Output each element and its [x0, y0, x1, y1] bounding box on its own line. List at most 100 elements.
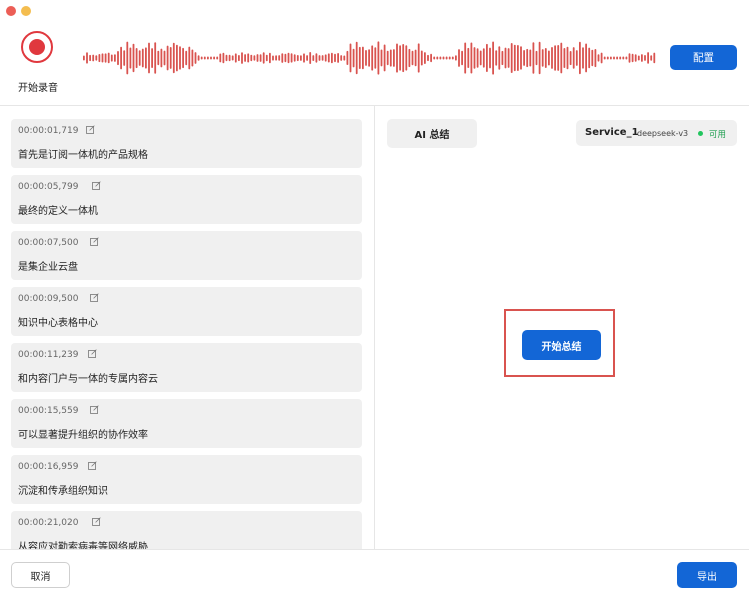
waveform-bar [272, 55, 274, 61]
waveform-bar [613, 56, 615, 60]
waveform-bar [86, 52, 88, 64]
tab-ai-summary[interactable]: AI 总结 [387, 119, 477, 148]
waveform-bar [321, 55, 324, 61]
transcript-text: 首先是订阅一体机的产品规格 [18, 150, 148, 161]
transcript-list[interactable]: 00:00:01,719 首先是订阅一体机的产品规格 00:00:05,799 最终的… [0, 106, 374, 549]
waveform-bar [244, 54, 246, 62]
timestamp: 00:00:21,020 [18, 518, 79, 528]
waveform-bar [318, 55, 321, 61]
waveform-bar [334, 53, 336, 63]
waveform-bar [188, 46, 191, 70]
list-item[interactable]: 00:00:16,959 沉淀和传承组织知识 [11, 455, 362, 504]
waveform-bar [107, 52, 110, 64]
waveform-bar [495, 50, 498, 66]
record-icon [29, 39, 45, 55]
waveform-bar [95, 55, 98, 61]
waveform-bar [628, 53, 631, 63]
waveform-bar [262, 52, 265, 64]
waveform-bar [455, 55, 457, 61]
minimize-window-button[interactable] [21, 6, 31, 16]
waveform-bar [563, 48, 566, 68]
waveform-bar [427, 54, 429, 62]
list-item[interactable]: 00:00:05,799 最终的定义一体机 [11, 175, 362, 224]
waveform-bar [389, 49, 392, 67]
waveform-bar [296, 55, 299, 62]
config-button[interactable]: 配置 [670, 45, 737, 70]
waveform-bar [644, 55, 646, 61]
waveform-bar [414, 49, 417, 67]
edit-icon[interactable] [88, 461, 97, 470]
list-item[interactable]: 00:00:07,500 是集企业云盘 [11, 231, 362, 280]
waveform-bar [442, 56, 445, 60]
waveform-bar [219, 53, 222, 63]
waveform-bar [535, 50, 538, 66]
waveform-bar [464, 42, 467, 74]
transcript-text: 沉淀和传承组织知识 [18, 486, 108, 497]
waveform-bar [238, 55, 240, 62]
waveform-bar [566, 46, 569, 70]
waveform-bar [126, 41, 129, 75]
waveform-bar [402, 44, 405, 73]
waveform-bar [405, 45, 408, 71]
waveform-bar [544, 48, 547, 68]
waveform-bar [526, 48, 529, 68]
edit-icon[interactable] [90, 237, 99, 246]
list-item[interactable]: 00:00:21,020 从容应对勒索病毒等网络威胁 [11, 511, 362, 549]
start-summary-button[interactable]: 开始总结 [522, 330, 601, 360]
timestamp: 00:00:05,799 [18, 182, 79, 192]
waveform-bar [513, 44, 516, 72]
waveform-bar [120, 46, 122, 70]
waveform-bar [619, 56, 622, 60]
waveform-bar [641, 54, 643, 62]
waveform-bar [606, 56, 609, 60]
waveform-bar [529, 49, 532, 67]
waveform-bar [210, 56, 212, 60]
waveform-bar [374, 47, 377, 69]
waveform-bar [594, 49, 597, 68]
waveform-bar [352, 48, 355, 68]
waveform-bar [399, 45, 401, 71]
waveform-bar [315, 53, 318, 63]
waveform-bar [337, 53, 339, 63]
list-item[interactable]: 00:00:15,559 可以显著提升组织的协作效率 [11, 399, 362, 448]
waveform-bar [269, 52, 271, 64]
waveform-bar [439, 56, 442, 60]
edit-icon[interactable] [90, 405, 99, 414]
waveform-bar [486, 43, 488, 72]
edit-icon[interactable] [88, 349, 97, 358]
waveform-bar [417, 43, 420, 73]
waveform-bar [591, 49, 594, 67]
edit-icon[interactable] [92, 181, 101, 190]
waveform-bar [306, 55, 308, 61]
list-item[interactable]: 00:00:09,500 知识中心表格中心 [11, 287, 362, 336]
edit-icon[interactable] [86, 125, 95, 134]
waveform-bar [482, 48, 485, 68]
waveform-bar [396, 43, 398, 73]
list-item[interactable]: 00:00:01,719 首先是订阅一体机的产品规格 [11, 119, 362, 168]
waveform-bar [510, 43, 513, 73]
waveform-bar [436, 56, 439, 60]
waveform-bar [634, 54, 637, 62]
waveform-bar [383, 44, 386, 72]
waveform-bar [303, 53, 305, 63]
cancel-button[interactable]: 取消 [11, 562, 70, 588]
export-button[interactable]: 导出 [677, 562, 737, 588]
waveform-bar [448, 56, 451, 60]
list-item[interactable]: 00:00:11,239 和内容门户与一体的专属内容云 [11, 343, 362, 392]
waveform-bar [557, 45, 560, 71]
waveform-bar [340, 55, 343, 61]
waveform-bar [541, 49, 544, 67]
waveform-bar [489, 47, 491, 69]
waveform-bar [653, 52, 656, 64]
service-selector[interactable]: Service_1 deepseek-v3 可用 [576, 120, 737, 146]
waveform-bar [538, 41, 541, 75]
edit-icon[interactable] [92, 517, 101, 526]
record-button[interactable] [21, 31, 53, 63]
waveform-bar [241, 52, 243, 64]
edit-icon[interactable] [90, 293, 99, 302]
waveform-bar [259, 54, 262, 62]
waveform-bar [377, 41, 380, 75]
close-window-button[interactable] [6, 6, 16, 16]
waveform-bar [520, 46, 522, 70]
waveform-bar [138, 50, 141, 66]
